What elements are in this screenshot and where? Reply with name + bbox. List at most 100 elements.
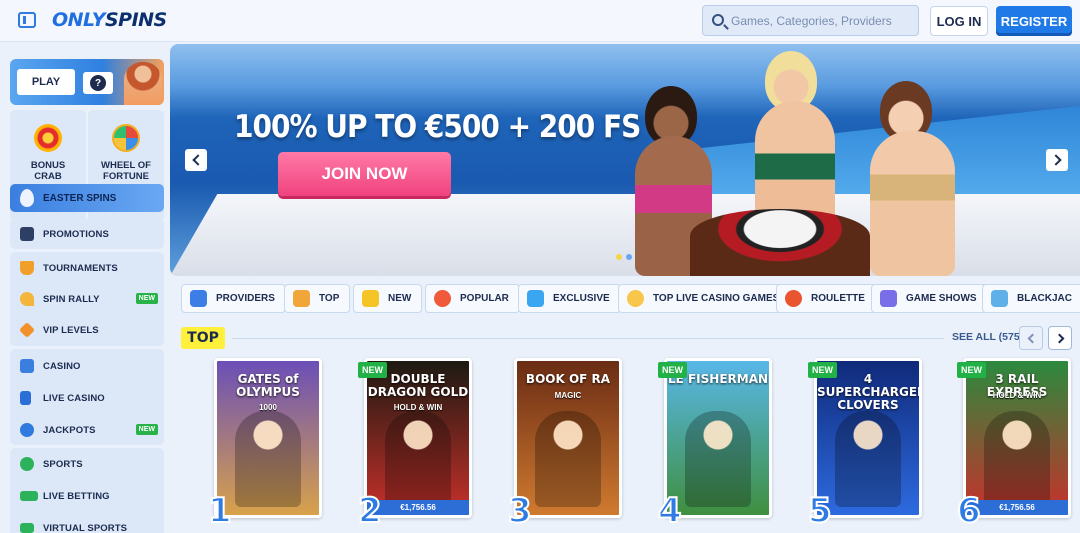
search-input[interactable] [731,6,917,35]
gem-icon [527,290,544,307]
game-title: BOOK OF RA [525,372,611,386]
providers-icon [190,290,207,307]
sidebar-item-label: VIRTUAL SPORTS [43,522,128,533]
sidebar-group-casino: CASINO LIVE CASINO JACKPOTS NEW [10,349,164,445]
category-label: POPULAR [460,293,509,304]
banner-prev-button[interactable] [185,149,207,171]
cards-icon [20,391,31,405]
category-providers[interactable]: PROVIDERS [181,284,286,313]
game-artwork [235,411,301,507]
bonus-crab-icon [34,124,62,152]
sidebar-item-casino[interactable]: CASINO [10,353,164,379]
sidebar-item-label: TOURNAMENTS [43,262,118,274]
sidebar-item-virtual-sports[interactable]: VIRTUAL SPORTS [10,515,164,533]
jackpot-amount: €1,756.56 [367,500,469,515]
sidebar: PLAY ? BONUS CRAB WHEEL OF FORTUNE EASTE… [0,44,170,533]
join-now-button[interactable]: JOIN NOW [278,152,451,196]
category-label: BLACKJAC [1017,293,1072,304]
register-button[interactable]: REGISTER [996,6,1072,36]
gift-icon [20,227,34,241]
rank-number: 3 [507,491,533,531]
sidebar-item-label: LIVE BETTING [43,490,110,502]
help-button[interactable]: ? [83,72,113,94]
play-button[interactable]: PLAY [17,69,75,95]
pagination-dot[interactable] [616,254,622,260]
chevron-right-icon [1054,333,1064,343]
promo-banner[interactable]: 100% UP TO €500 + 200 FS JOIN NOW [170,44,1080,276]
game-shows-icon [880,290,897,307]
game-subtitle: MAGIC [554,391,582,400]
logo-text-main: ONLY [52,9,105,31]
sidebar-item-promotions[interactable]: PROMOTIONS [10,221,164,247]
sidebar-item-tournaments[interactable]: TOURNAMENTS [10,255,164,281]
logo[interactable]: ONLYSPINS [52,9,167,31]
sidebar-group-sports: SPORTS LIVE BETTING VIRTUAL SPORTS [10,448,164,533]
fire-icon [434,290,451,307]
sidebar-item-label: CASINO [43,360,81,372]
logo-text-accent: SPINS [104,9,167,31]
sidebar-item-sports[interactable]: SPORTS [10,451,164,477]
carousel-prev-button[interactable] [1019,326,1043,350]
category-roulette[interactable]: ROULETTE [776,284,876,313]
sidebar-item-label: LIVE CASINO [43,392,105,404]
rank-number: 4 [657,491,683,531]
lightning-icon [362,290,379,307]
sidebar-group-promotions: PROMOTIONS [10,219,164,249]
slot-machine-icon [20,359,34,373]
see-all-link[interactable]: SEE ALL (575) [952,331,1023,343]
sidebar-toggle-icon[interactable] [18,12,36,28]
chevron-left-icon [191,154,204,166]
sidebar-item-vip-levels[interactable]: VIP LEVELS [10,317,164,343]
section-divider [232,338,944,339]
top-section-badge: TOP [181,327,225,349]
new-badge: NEW [808,362,837,378]
category-game-shows[interactable]: GAME SHOWS [871,284,988,313]
easter-spins-item[interactable]: EASTER SPINS [10,184,164,212]
new-badge: NEW [135,424,158,435]
roulette-icon [785,290,802,307]
category-new[interactable]: NEW [353,284,423,313]
soccer-ball-icon [20,457,34,471]
new-badge: NEW [358,362,387,378]
category-top-live-casino-games[interactable]: TOP LIVE CASINO GAMES [618,284,791,313]
category-label: NEW [388,293,412,304]
pagination-dot[interactable] [626,254,632,260]
new-badge: NEW [135,293,158,304]
carousel-next-button[interactable] [1048,326,1072,350]
game-subtitle: HOLD & WIN [992,391,1042,400]
search-bar[interactable] [702,5,919,36]
banner-next-button[interactable] [1046,149,1068,171]
easter-spins-label: EASTER SPINS [43,192,117,204]
category-label: EXCLUSIVE [553,293,610,304]
live-icon [20,491,38,501]
trophy-icon [20,261,34,275]
wheel-of-fortune-label: WHEEL OF FORTUNE [101,160,151,182]
chevron-right-icon [1049,154,1062,166]
chevron-left-icon [1027,333,1037,343]
sidebar-item-jackpots[interactable]: JACKPOTS NEW [10,417,164,443]
sidebar-item-live-betting[interactable]: LIVE BETTING [10,483,164,509]
game-artwork [685,411,751,507]
new-badge: NEW [957,362,986,378]
category-label: ROULETTE [811,293,865,304]
play-card[interactable]: PLAY ? [10,59,164,105]
sidebar-item-spin-rally[interactable]: SPIN RALLY NEW [10,286,164,312]
sidebar-item-live-casino[interactable]: LIVE CASINO [10,385,164,411]
sidebar-item-label: VIP LEVELS [43,324,99,336]
wheel-of-fortune-icon [112,124,140,152]
category-blackjac[interactable]: BLACKJAC [982,284,1080,313]
sidebar-item-label: PROMOTIONS [43,228,109,240]
category-exclusive[interactable]: EXCLUSIVE [518,284,621,313]
category-popular[interactable]: POPULAR [425,284,520,313]
login-button[interactable]: LOG IN [930,6,988,36]
category-label: TOP [319,293,340,304]
blackjack-icon [991,290,1008,307]
banner-title: 100% UP TO €500 + 200 FS [234,108,641,145]
roulette-wheel-image [690,209,870,276]
banner-model-3 [860,81,960,276]
diamond-icon [19,322,35,338]
category-top[interactable]: TOP [284,284,351,313]
egg-icon [20,189,34,207]
sidebar-item-label: SPORTS [43,458,83,470]
banner-pagination [616,254,632,260]
